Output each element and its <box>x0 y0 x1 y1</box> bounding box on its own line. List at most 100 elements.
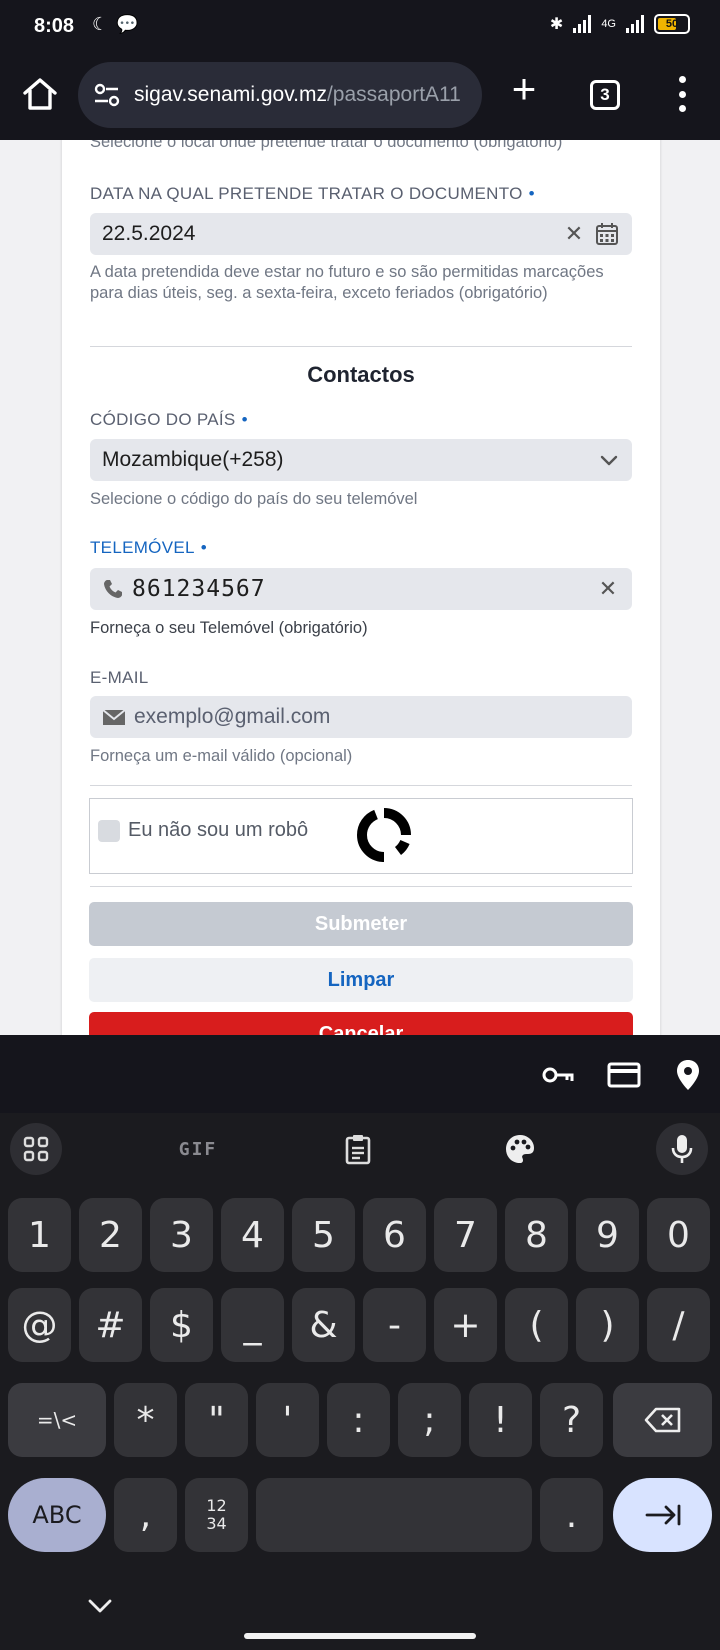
site-settings-icon[interactable] <box>90 78 124 112</box>
key-comma[interactable]: , <box>114 1478 177 1552</box>
backspace-key[interactable] <box>613 1383 712 1457</box>
phone-value: 861234567 <box>132 576 266 602</box>
tab-count: 3 <box>600 85 610 104</box>
key-0[interactable]: 0 <box>647 1198 710 1272</box>
new-tab-plus-icon[interactable]: + <box>506 68 542 110</box>
key-plus[interactable]: + <box>434 1288 497 1362</box>
hide-keyboard-chevron-icon[interactable] <box>86 1592 114 1620</box>
date-label: DATA NA QUAL PRETENDE TRATAR O DOCUMENTO… <box>90 184 535 203</box>
email-label: E-MAIL <box>90 668 149 687</box>
key-underscore[interactable]: _ <box>221 1288 284 1362</box>
key-exclamation[interactable]: ! <box>469 1383 532 1457</box>
abc-key[interactable]: ABC <box>8 1478 106 1552</box>
signal-strength-icon <box>573 15 592 33</box>
tab-arrow-icon <box>645 1504 680 1526</box>
captcha-checkbox[interactable] <box>98 820 120 842</box>
gif-button[interactable]: GIF <box>172 1123 224 1175</box>
numpad-label-bottom: 34 <box>206 1514 227 1533</box>
battery-icon: 50 <box>654 14 690 34</box>
url-domain: sigav.senami.gov.mz <box>134 83 327 106</box>
key-semicolon[interactable]: ; <box>398 1383 461 1457</box>
web-page: Selecione o local onde pretende tratar o… <box>0 140 720 1035</box>
browser-toolbar: sigav.senami.gov.mz/passaportA11 + 3 <box>0 52 720 140</box>
phone-icon <box>104 580 122 598</box>
microphone-icon[interactable] <box>656 1123 708 1175</box>
do-not-disturb-moon-icon: ☾ <box>92 14 109 34</box>
form-card: Selecione o local onde pretende tratar o… <box>62 140 660 1035</box>
location-hint: Selecione o local onde pretende tratar o… <box>90 140 563 151</box>
email-hint: Forneça um e-mail válido (opcional) <box>90 747 353 765</box>
email-placeholder: exemplo@gmail.com <box>134 705 331 728</box>
divider <box>90 346 632 347</box>
status-bar: 8:08 ☾ 💬 ✱ 4G 50 <box>0 0 720 52</box>
numpad-key[interactable]: 12 34 <box>185 1478 248 1552</box>
backspace-icon <box>644 1407 680 1433</box>
key-dollar[interactable]: $ <box>150 1288 213 1362</box>
key-1[interactable]: 1 <box>8 1198 71 1272</box>
captcha-label: Eu não sou um robô <box>128 819 309 841</box>
status-time: 8:08 <box>34 15 75 37</box>
key-slash[interactable]: / <box>647 1288 710 1362</box>
key-5[interactable]: 5 <box>292 1198 355 1272</box>
chat-bubble-icon: 💬 <box>116 14 139 34</box>
date-hint: A data pretendida deve estar no futuro e… <box>90 263 604 302</box>
on-screen-keyboard: GIF 1 2 3 4 5 6 7 8 9 0 @ # $ _ & - + ( … <box>0 1113 720 1650</box>
key-open-paren[interactable]: ( <box>505 1288 568 1362</box>
clear-phone-icon[interactable]: ✕ <box>596 576 620 602</box>
key-7[interactable]: 7 <box>434 1198 497 1272</box>
clipboard-icon[interactable] <box>332 1123 384 1175</box>
date-field[interactable]: 22.5.2024 ✕ <box>90 213 632 255</box>
address-bar[interactable]: sigav.senami.gov.mz/passaportA11 <box>78 62 482 128</box>
calendar-icon[interactable] <box>594 221 620 247</box>
battery-level: 50 <box>665 18 679 30</box>
country-code-label: CÓDIGO DO PAÍS • <box>90 410 248 429</box>
apps-grid-icon[interactable] <box>10 1123 62 1175</box>
key-asterisk[interactable]: * <box>114 1383 177 1457</box>
home-icon[interactable] <box>20 74 60 114</box>
more-menu-icon[interactable] <box>670 76 694 112</box>
submit-button[interactable]: Submeter <box>89 902 633 946</box>
clear-date-icon[interactable]: ✕ <box>562 221 586 247</box>
country-code-select[interactable]: Mozambique(+258) <box>90 439 632 481</box>
bluetooth-icon: ✱ <box>549 16 564 33</box>
gif-label: GIF <box>178 1138 218 1160</box>
key-9[interactable]: 9 <box>576 1198 639 1272</box>
clear-button[interactable]: Limpar <box>89 958 633 1002</box>
palette-icon[interactable] <box>494 1123 546 1175</box>
cancel-button[interactable]: Cancelar <box>89 1012 633 1035</box>
phone-input[interactable]: 861234567 ✕ <box>90 568 632 610</box>
email-input[interactable]: exemplo@gmail.com <box>90 696 632 738</box>
key-single-quote[interactable]: ' <box>256 1383 319 1457</box>
key-question[interactable]: ? <box>540 1383 603 1457</box>
credit-card-icon[interactable] <box>606 1057 642 1093</box>
divider <box>90 785 632 786</box>
key-passwords-icon[interactable] <box>540 1057 576 1093</box>
network-type: 4G <box>601 18 616 30</box>
required-mark: • <box>528 184 535 203</box>
space-key[interactable] <box>256 1478 532 1552</box>
location-pin-icon[interactable] <box>670 1057 706 1093</box>
chevron-down-icon[interactable] <box>598 449 620 471</box>
key-double-quote[interactable]: " <box>185 1383 248 1457</box>
loading-spinner-icon <box>357 808 411 862</box>
key-2[interactable]: 2 <box>79 1198 142 1272</box>
key-minus[interactable]: - <box>363 1288 426 1362</box>
next-field-key[interactable] <box>613 1478 712 1552</box>
phone-label: TELEMÓVEL • <box>90 538 207 557</box>
key-ampersand[interactable]: & <box>292 1288 355 1362</box>
more-symbols-key[interactable]: =\< <box>8 1383 106 1457</box>
tab-switcher-button[interactable]: 3 <box>590 80 620 110</box>
home-gesture-bar[interactable] <box>244 1633 476 1639</box>
key-at[interactable]: @ <box>8 1288 71 1362</box>
key-4[interactable]: 4 <box>221 1198 284 1272</box>
key-8[interactable]: 8 <box>505 1198 568 1272</box>
url-path: /passaportA11 <box>326 83 461 106</box>
country-code-hint: Selecione o código do país do seu telemó… <box>90 490 418 508</box>
key-6[interactable]: 6 <box>363 1198 426 1272</box>
key-period[interactable]: . <box>540 1478 603 1552</box>
key-close-paren[interactable]: ) <box>576 1288 639 1362</box>
autofill-bar <box>0 1035 720 1113</box>
key-colon[interactable]: : <box>327 1383 390 1457</box>
key-3[interactable]: 3 <box>150 1198 213 1272</box>
key-hash[interactable]: # <box>79 1288 142 1362</box>
